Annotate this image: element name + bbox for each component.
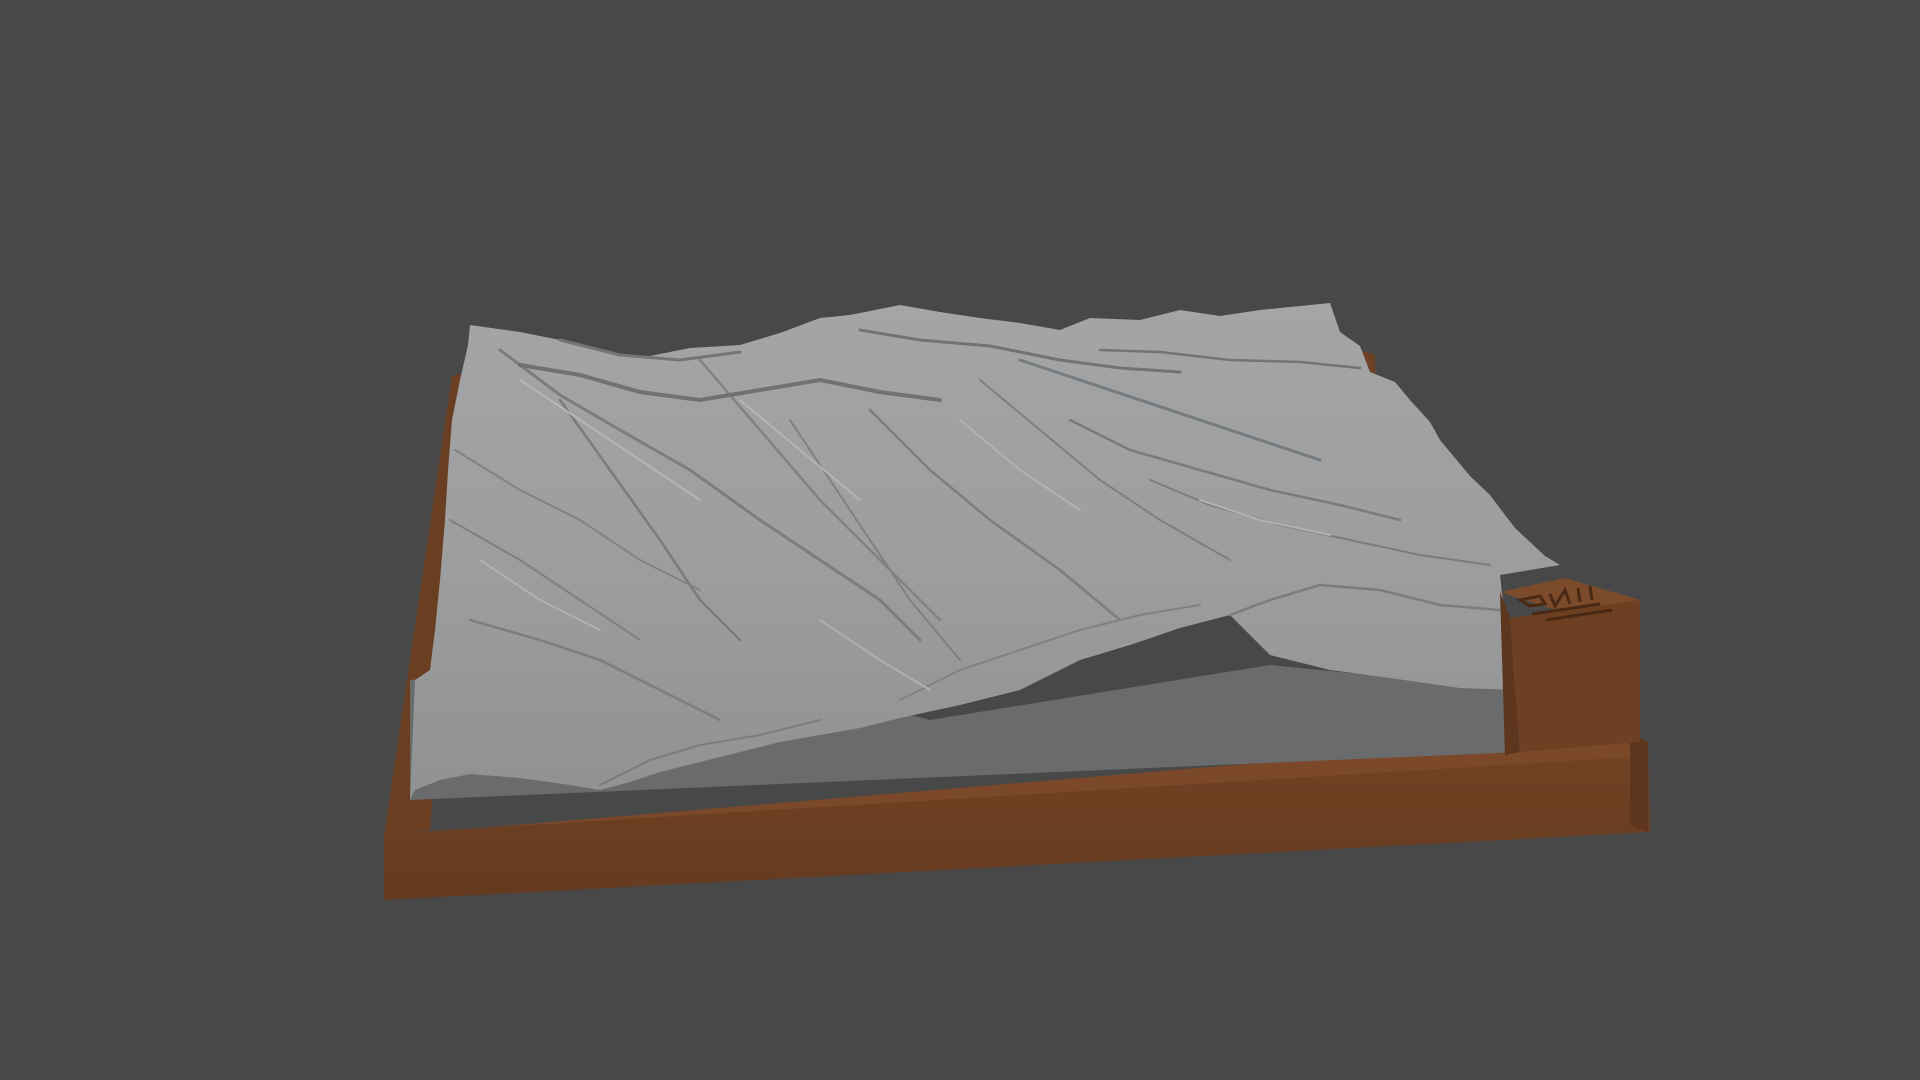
label-block — [1500, 578, 1640, 755]
label-block-front — [1510, 600, 1640, 752]
terrain-model-scene — [384, 303, 1650, 900]
3d-viewport[interactable] — [0, 0, 1920, 1080]
base-frame-right-end — [1630, 732, 1648, 832]
